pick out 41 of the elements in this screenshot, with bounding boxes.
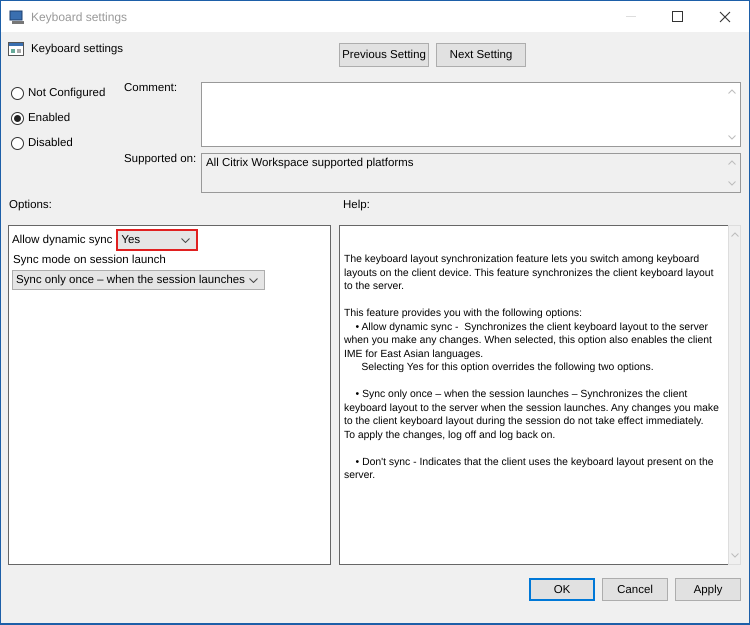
scroll-up-icon[interactable] [728, 89, 736, 94]
option-label: Allow dynamic sync [12, 234, 112, 246]
help-paragraph: • Sync only once – when the session launches – Synchronizes the client keyboard layout to the server when the session launches. Any changes you make to the client keyboard layout during the session do not take effect immediately. To apply the changes, log off and log back on. [344, 388, 720, 442]
scroll-up-icon[interactable] [730, 232, 738, 237]
chevron-down-icon [181, 238, 190, 242]
option-label: Sync mode on session launch [12, 254, 166, 266]
comment-label: Comment: [123, 82, 178, 96]
help-heading: Help: [342, 199, 371, 213]
dialog-button[interactable]: Cancel [602, 578, 668, 601]
scroll-down-icon[interactable] [730, 553, 738, 558]
comment-field[interactable] [201, 82, 741, 147]
dialog-button[interactable]: Apply [675, 578, 741, 601]
scroll-down-icon[interactable] [728, 135, 736, 140]
radio-label: Enabled [28, 112, 70, 124]
maximize-icon[interactable] [672, 11, 683, 22]
nav-button[interactable]: Previous Setting [339, 43, 429, 67]
dialog-button[interactable]: OK [529, 578, 595, 601]
policy-title: Keyboard settings [31, 43, 124, 55]
window-title: Keyboard settings [31, 10, 128, 24]
radio-label: Not Configured [28, 87, 106, 99]
minimize-icon[interactable] [626, 16, 636, 18]
nav-button[interactable]: Next Setting [436, 43, 526, 67]
help-paragraph: • Don't sync - Indicates that the client uses the keyboard layout present on the server. [344, 456, 715, 482]
scroll-down-icon[interactable] [728, 181, 736, 186]
help-paragraph: The keyboard layout synchronization feature lets you switch among keyboard layouts on the client device. This feature synchronizes the client keyboard layout to the server. [344, 253, 714, 294]
close-icon[interactable] [719, 10, 731, 22]
supported-platforms-text: All Citrix Workspace supported platforms [205, 156, 414, 171]
supported-on-label: Supported on: [123, 153, 198, 167]
scrollbar[interactable] [728, 225, 741, 565]
scroll-up-icon[interactable] [728, 160, 736, 165]
help-paragraph: This feature provides you with the following options: • Allow dynamic sync - Synchronizes the client keyboard layout to the server when you make any changes. When selected, this option also enables the client IME for East Asian languages. Selecting Yes for this option overrides the following two options. [344, 307, 713, 374]
radio-button[interactable] [11, 86, 24, 100]
radio-label: Disabled [28, 137, 73, 149]
chevron-down-icon [249, 278, 258, 282]
dropdown[interactable]: Yes [117, 230, 198, 250]
policy-icon [8, 41, 24, 57]
radio-button[interactable] [11, 112, 24, 124]
radio-button[interactable] [11, 136, 24, 150]
options-heading: Options: [8, 199, 53, 213]
app-icon [9, 8, 25, 24]
dropdown[interactable]: Sync only once – when the session launches [12, 270, 265, 290]
